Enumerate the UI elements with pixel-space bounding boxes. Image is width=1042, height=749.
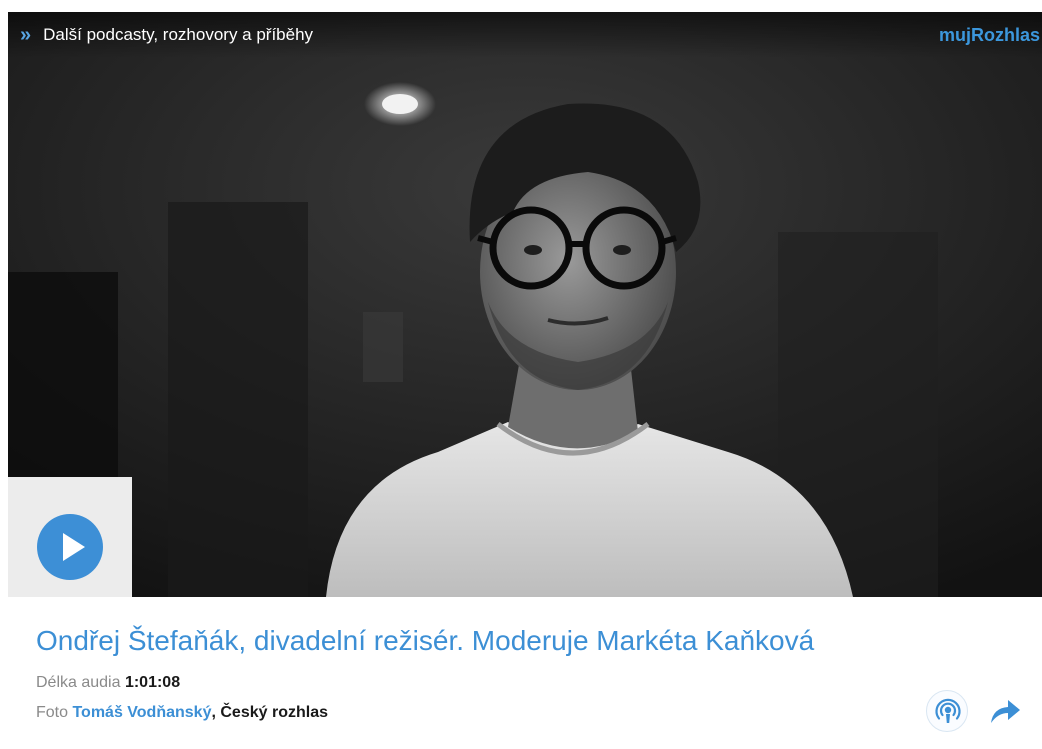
share-button[interactable] <box>988 696 1022 726</box>
podcast-subscribe-button[interactable] <box>926 690 968 732</box>
mujrozhlas-logo[interactable]: mujRozhlas <box>939 25 1040 46</box>
photo-credit: Foto Tomáš Vodňanský, Český rozhlas <box>36 704 328 722</box>
photo-source: Český rozhlas <box>220 704 328 721</box>
audio-length-label: Délka audia <box>36 674 121 691</box>
episode-photo <box>8 12 1042 597</box>
more-podcasts-link[interactable]: » Další podcasty, rozhovory a příběhy <box>20 25 313 45</box>
play-box <box>8 477 132 597</box>
photo-credit-label: Foto <box>36 704 69 721</box>
play-button[interactable] <box>37 514 103 580</box>
audio-length-value: 1:01:08 <box>124 674 181 691</box>
play-icon <box>63 533 85 561</box>
photo-author-link[interactable]: Tomáš Vodňanský <box>72 704 211 721</box>
chevrons-right-icon: » <box>20 23 32 46</box>
podcast-icon <box>935 698 961 723</box>
audio-length: Délka audia 1:01:08 <box>36 674 180 692</box>
more-podcasts-label: Další podcasty, rozhovory a příběhy <box>43 25 314 44</box>
share-arrow-icon <box>991 700 1020 723</box>
portrait-photo <box>8 12 1042 597</box>
player-topbar: » Další podcasty, rozhovory a příběhy mu… <box>8 12 1042 58</box>
episode-title[interactable]: Ondřej Štefaňák, divadelní režisér. Mode… <box>36 625 814 657</box>
audio-player: » Další podcasty, rozhovory a příběhy mu… <box>8 12 1042 597</box>
photo-credit-separator: , <box>211 704 216 721</box>
